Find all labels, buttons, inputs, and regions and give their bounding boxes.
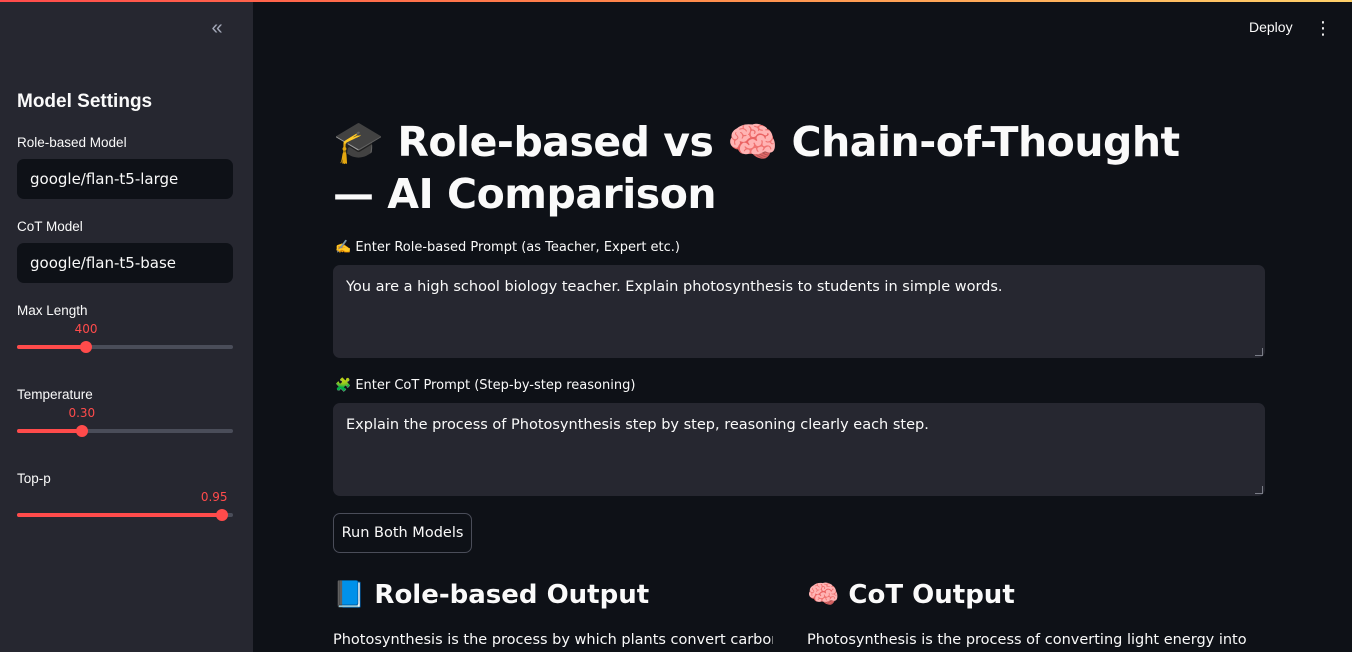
cot-output-heading: 🧠 CoT Output <box>807 580 1015 610</box>
deploy-button[interactable]: Deploy <box>1245 19 1297 35</box>
cot-prompt-textarea[interactable]: Explain the process of Photosynthesis st… <box>333 403 1265 496</box>
role-prompt-textarea[interactable]: You are a high school biology teacher. E… <box>333 265 1265 358</box>
collapse-sidebar-icon[interactable]: « <box>205 18 229 40</box>
max-length-label: Max Length <box>17 303 88 318</box>
slider-fill <box>17 513 223 517</box>
page-title: 🎓 Role-based vs 🧠 Chain-of-Thought — AI … <box>333 118 1180 218</box>
cot-model-label: CoT Model <box>17 219 83 234</box>
cot-prompt-text: Explain the process of Photosynthesis st… <box>346 417 929 433</box>
top-p-slider[interactable]: 0.95 <box>17 490 233 521</box>
role-prompt-label: ✍️ Enter Role-based Prompt (as Teacher, … <box>335 240 681 255</box>
cot-prompt-label: 🧩 Enter CoT Prompt (Step-by-step reasoni… <box>335 378 636 393</box>
resize-handle-icon[interactable] <box>1255 348 1263 356</box>
role-model-input[interactable]: google/flan-t5-large <box>17 159 233 199</box>
run-both-models-button[interactable]: Run Both Models <box>333 513 472 553</box>
slider-value: 0.30 <box>68 406 96 420</box>
slider-fill <box>17 345 87 349</box>
temperature-slider[interactable]: 0.30 <box>17 406 233 437</box>
slider-value: 0.95 <box>200 490 228 504</box>
role-output-heading: 📘 Role-based Output <box>333 580 650 610</box>
sidebar-heading: Model Settings <box>17 91 153 112</box>
temperature-label: Temperature <box>17 387 93 402</box>
slider-thumb[interactable] <box>80 341 93 353</box>
max-length-slider[interactable]: 400 <box>17 322 233 353</box>
sidebar: « Model Settings Role-based Model google… <box>0 0 253 652</box>
resize-handle-icon[interactable] <box>1255 486 1263 494</box>
slider-fill <box>17 429 82 433</box>
role-output-text: Photosynthesis is the process by which p… <box>333 632 773 648</box>
cot-model-input[interactable]: google/flan-t5-base <box>17 243 233 283</box>
slider-value: 400 <box>74 322 98 336</box>
top-p-label: Top-p <box>17 471 51 486</box>
top-decoration-bar <box>0 0 1352 2</box>
main-menu-icon[interactable]: ⋮ <box>1314 19 1332 39</box>
slider-thumb[interactable] <box>75 425 88 437</box>
role-prompt-text: You are a high school biology teacher. E… <box>346 279 1003 295</box>
slider-thumb[interactable] <box>216 509 229 521</box>
role-model-label: Role-based Model <box>17 135 127 150</box>
cot-output-text: Photosynthesis is the process of convert… <box>807 632 1247 648</box>
